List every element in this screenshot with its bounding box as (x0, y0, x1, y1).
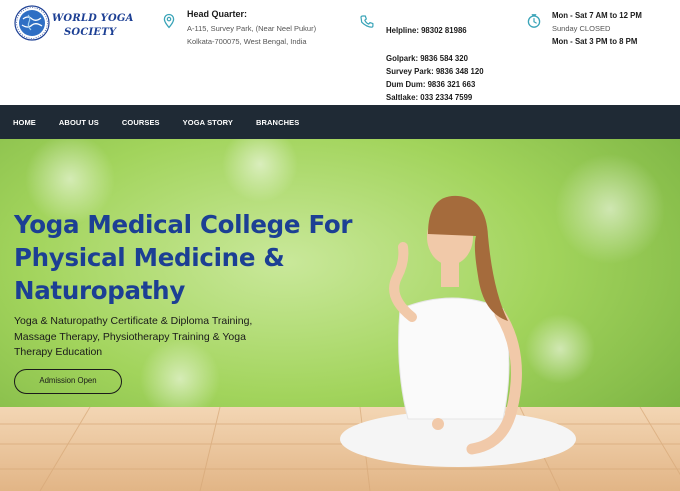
logo-text-line2: SOCIETY (64, 27, 117, 38)
hero-title-line: Yoga Medical College For (14, 210, 353, 239)
hero-content: Yoga Medical College For Physical Medici… (14, 208, 384, 394)
site-logo[interactable]: WORLD YOGA SOCIETY (14, 5, 133, 43)
location-pin-icon (161, 13, 177, 29)
head-quarter-address-line: Kolkata-700075, West Bengal, India (187, 37, 307, 46)
branch-phone-survey-park[interactable]: Survey Park: 9836 348 120 (386, 65, 521, 78)
branch-phone-dum-dum[interactable]: Dum Dum: 9836 321 663 (386, 78, 521, 91)
logo-text-line1: WORLD YOGA (52, 13, 134, 24)
nav-item-about-us[interactable]: ABOUT US (59, 118, 99, 127)
phone-icon (359, 14, 375, 30)
helpline-number[interactable]: Helpline: 98302 81986 (386, 24, 521, 37)
hero-banner: Yoga Medical College For Physical Medici… (0, 139, 680, 491)
head-quarter-title: Head Quarter: (187, 9, 248, 19)
hours-sunday: Sunday CLOSED (552, 24, 611, 33)
nav-item-home[interactable]: HOME (13, 118, 36, 127)
branch-phone-saltlake[interactable]: Saltlake: 033 2334 7599 (386, 91, 521, 104)
clock-icon (526, 13, 542, 29)
site-header: WORLD YOGA SOCIETY Head Quarter: A-115, … (0, 0, 680, 105)
hero-title-line: Physical Medicine & (14, 243, 285, 272)
hero-subtitle: Yoga & Naturopathy Certificate & Diploma… (14, 315, 253, 358)
nav-item-yoga-story[interactable]: YOGA STORY (183, 118, 233, 127)
globe-logo-icon (14, 5, 50, 41)
opening-hours: Mon - Sat 7 AM to 12 PM Sunday CLOSED Mo… (552, 9, 677, 48)
admission-open-button[interactable]: Admission Open (14, 368, 122, 394)
contact-info: Helpline: 98302 81986 Golpark: 9836 584 … (386, 24, 521, 104)
hours-evening: Mon - Sat 3 PM to 8 PM (552, 37, 638, 46)
head-quarter-address-line: A-115, Survey Park, (Near Neel Pukur) (187, 24, 317, 33)
nav-item-branches[interactable]: BRANCHES (256, 118, 299, 127)
main-nav: HOME ABOUT US COURSES YOGA STORY BRANCHE… (0, 105, 680, 139)
head-quarter-info: Head Quarter: A-115, Survey Park, (Near … (187, 9, 352, 48)
nav-item-courses[interactable]: COURSES (122, 118, 160, 127)
branch-phone-golpark[interactable]: Golpark: 9836 584 320 (386, 52, 521, 65)
hero-title-line: Naturopathy (14, 276, 185, 305)
hours-morning: Mon - Sat 7 AM to 12 PM (552, 11, 642, 20)
